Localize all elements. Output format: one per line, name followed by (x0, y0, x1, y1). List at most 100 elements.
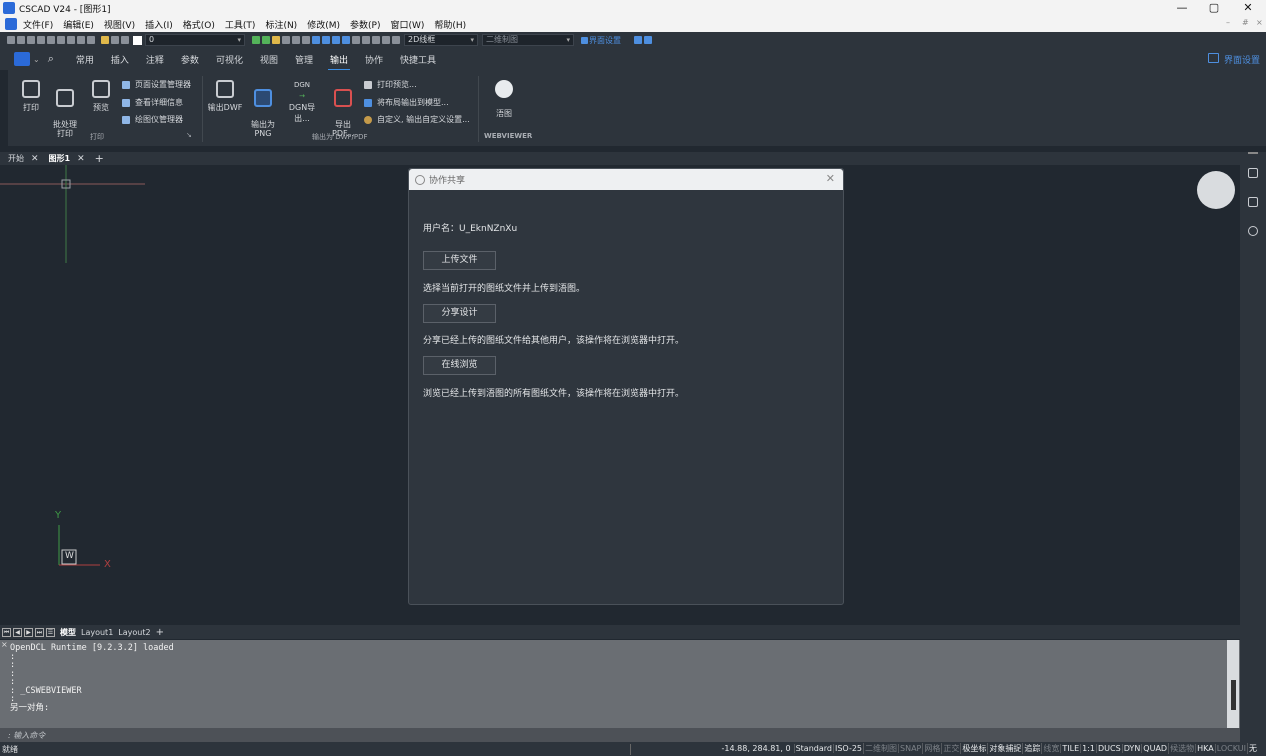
add-layout-button[interactable]: + (156, 627, 164, 638)
menu-window[interactable]: 窗口(W) (390, 18, 424, 31)
layers-icon[interactable] (1248, 197, 1258, 207)
status-toggle[interactable]: DYN (1121, 744, 1142, 753)
save-icon[interactable] (27, 36, 35, 44)
tab-collaborate[interactable]: 协作 (365, 53, 383, 66)
menu-parameters[interactable]: 参数(P) (350, 18, 380, 31)
menu-insert[interactable]: 插入(I) (145, 18, 173, 31)
minimize-button[interactable]: — (1166, 0, 1198, 16)
add-tab-button[interactable]: + (95, 152, 104, 165)
display-icon-4[interactable] (382, 36, 390, 44)
hybrid-viewer-button[interactable]: 浯图 (486, 80, 522, 119)
maximize-button[interactable]: ▢ (1198, 0, 1230, 16)
first-layout-button[interactable]: ⏮ (2, 627, 11, 637)
tab-manage[interactable]: 管理 (295, 53, 313, 66)
share-design-button[interactable]: 分享设计 (423, 304, 496, 323)
tab-insert[interactable]: 插入 (111, 53, 129, 66)
ribbon-app-icon[interactable] (14, 52, 30, 66)
tab-start[interactable]: 开始 ✕ (8, 153, 39, 164)
dialog-launcher-icon[interactable]: ↘ (186, 131, 192, 139)
status-toggle[interactable]: LOCKUI (1214, 744, 1247, 753)
tab-visualize[interactable]: 可视化 (216, 53, 243, 66)
status-toggle[interactable]: 极坐标 (960, 743, 987, 754)
close-icon[interactable]: ✕ (77, 154, 85, 164)
layer-isolate-icon[interactable] (272, 36, 280, 44)
layout-list-button[interactable]: ☰ (46, 627, 55, 637)
last-layout-button[interactable]: ⏭ (35, 627, 44, 637)
export-dwf-button[interactable]: 输出DWF (207, 80, 243, 113)
layer-walk-icon[interactable] (282, 36, 290, 44)
save-as-icon[interactable] (37, 36, 45, 44)
plotter-manager-button[interactable]: 绘图仪管理器 (122, 114, 183, 125)
status-toggle[interactable]: Standard (793, 744, 833, 753)
display-icon-3[interactable] (372, 36, 380, 44)
status-toggle[interactable]: SNAP (898, 744, 922, 753)
status-toggle[interactable]: 追踪 (1022, 743, 1041, 754)
export-png-button[interactable]: 输出为 PNG (248, 80, 278, 147)
tab-output[interactable]: 输出 (327, 53, 351, 71)
status-toggle[interactable]: 二维制图 (863, 743, 898, 754)
menu-dimension[interactable]: 标注(N) (265, 18, 297, 31)
display-icon-1[interactable] (352, 36, 360, 44)
chevron-down-icon[interactable]: ⌄ (33, 55, 40, 64)
menu-tools[interactable]: 工具(T) (225, 18, 256, 31)
next-layout-button[interactable]: ▶ (24, 627, 33, 637)
properties-icon[interactable] (1248, 168, 1258, 178)
status-toggle[interactable]: HKA (1195, 744, 1215, 753)
preview-button[interactable]: 预览 (88, 80, 114, 113)
tab-model[interactable]: 模型 (60, 627, 76, 638)
upload-file-button[interactable]: 上传文件 (423, 251, 496, 270)
view-details-button[interactable]: 查看详细信息 (122, 97, 183, 108)
new-icon[interactable] (7, 36, 15, 44)
ui-settings-link[interactable]: 界面设置 (589, 35, 621, 46)
tab-view[interactable]: 视图 (260, 53, 278, 66)
print-button[interactable]: 打印 (18, 80, 44, 113)
search-icon[interactable] (634, 36, 642, 44)
layer-previous-icon[interactable] (262, 36, 270, 44)
menu-modify[interactable]: 修改(M) (307, 18, 340, 31)
gear-icon[interactable] (644, 36, 652, 44)
plot-icon[interactable] (57, 36, 65, 44)
status-toggle[interactable]: ISO-25 (832, 744, 863, 753)
browse-online-button[interactable]: 在线浏览 (423, 356, 496, 375)
menu-file[interactable]: 文件(F) (23, 18, 53, 31)
view-icon-4[interactable] (342, 36, 350, 44)
layer-select[interactable]: 0 ▾ (145, 34, 245, 46)
view-navigator[interactable] (1197, 171, 1235, 209)
layer-off-icon[interactable] (292, 36, 300, 44)
status-toggle[interactable]: TILE (1060, 744, 1080, 753)
view-icon-3[interactable] (332, 36, 340, 44)
dgn-export-button[interactable]: DGN → DGN导出... (282, 80, 322, 124)
tab-layout2[interactable]: Layout2 (118, 628, 150, 637)
page-setup-manager-button[interactable]: 页面设置管理器 (122, 79, 191, 90)
ribbon-ui-settings-link[interactable]: 界面设置 (1224, 53, 1260, 66)
redo-icon[interactable] (87, 36, 95, 44)
scrollbar-thumb[interactable] (1231, 680, 1236, 710)
menu-help[interactable]: 帮助(H) (434, 18, 466, 31)
tab-parametric[interactable]: 参数 (181, 53, 199, 66)
print-icon[interactable] (47, 36, 55, 44)
workspace-select[interactable]: 二维制图 ▾ (482, 34, 574, 46)
open-icon[interactable] (17, 36, 25, 44)
status-toggle[interactable]: 候选物 (1168, 743, 1195, 754)
close-button[interactable]: ✕ (1232, 0, 1264, 16)
custom-export-button[interactable]: 自定义, 输出自定义设置... (364, 114, 470, 125)
layer-states-icon[interactable] (302, 36, 310, 44)
status-toggle[interactable]: 网格 (922, 743, 941, 754)
tab-layout1[interactable]: Layout1 (81, 628, 113, 637)
layout-to-model-button[interactable]: 将布局输出到模型... (364, 97, 449, 108)
close-icon[interactable]: × (1, 640, 8, 649)
mdi-minimize-button[interactable]: – (1226, 18, 1230, 27)
print-preview-button[interactable]: 打印预览... (364, 79, 417, 90)
status-toggle[interactable]: 正交 (941, 743, 960, 754)
menu-edit[interactable]: 编辑(E) (63, 18, 94, 31)
tab-home[interactable]: 常用 (76, 53, 94, 66)
publish-icon[interactable] (67, 36, 75, 44)
tab-drawing1[interactable]: 图形1 ✕ (49, 153, 85, 164)
tab-quick-tools[interactable]: 快捷工具 (400, 53, 436, 66)
search-icon[interactable]: ⌕ (48, 52, 54, 66)
app-menu-icon[interactable] (5, 18, 17, 30)
visual-style-select[interactable]: 2D线框 ▾ (404, 34, 478, 46)
display-icon-2[interactable] (362, 36, 370, 44)
menu-view[interactable]: 视图(V) (104, 18, 135, 31)
view-icon-1[interactable] (312, 36, 320, 44)
